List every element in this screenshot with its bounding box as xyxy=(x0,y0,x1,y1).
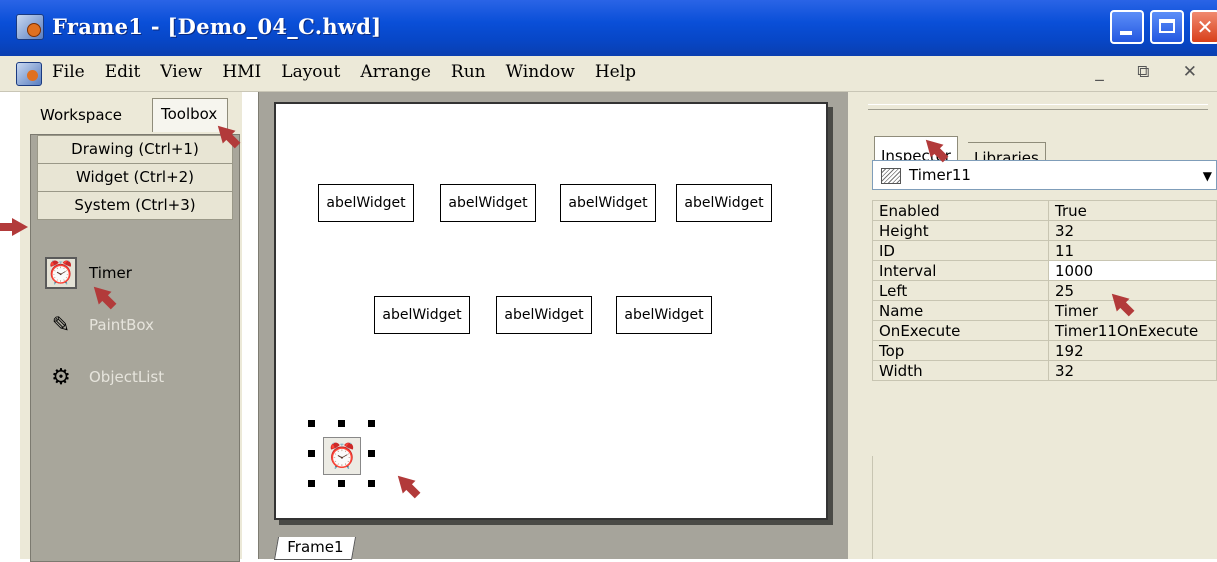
divider xyxy=(258,92,259,559)
maximize-button[interactable] xyxy=(1150,10,1184,44)
resize-handle[interactable] xyxy=(368,480,375,487)
annotation-arrow xyxy=(0,218,30,236)
tool-objectlist[interactable]: ⚙ ObjectList xyxy=(45,359,164,395)
category-drawing[interactable]: Drawing (Ctrl+1) xyxy=(37,135,233,164)
label-widget[interactable]: abelWidget xyxy=(560,184,656,222)
property-value[interactable]: 32 xyxy=(1048,360,1217,381)
property-name: Height xyxy=(872,220,1049,241)
label-widget[interactable]: abelWidget xyxy=(676,184,772,222)
menu-bar: File Edit View HMI Layout Arrange Run Wi… xyxy=(0,56,1217,92)
menu-arrange[interactable]: Arrange xyxy=(360,62,431,82)
frame-canvas[interactable]: abelWidget abelWidget abelWidget abelWid… xyxy=(274,102,828,520)
property-value[interactable]: 11 xyxy=(1048,240,1217,261)
close-icon: ✕ xyxy=(1196,15,1214,39)
label-widget[interactable]: abelWidget xyxy=(440,184,536,222)
timer-icon: ⏰ xyxy=(327,442,357,470)
menu-help[interactable]: Help xyxy=(595,62,636,82)
property-row[interactable]: Enabled True xyxy=(872,200,1217,221)
property-row[interactable]: OnExecute Timer11OnExecute xyxy=(872,320,1217,341)
resize-handle[interactable] xyxy=(368,420,375,427)
menu-window[interactable]: Window xyxy=(506,62,575,82)
property-name: Width xyxy=(872,360,1049,381)
resize-handle[interactable] xyxy=(308,450,315,457)
timer-icon: ⏰ xyxy=(45,257,77,289)
menu-view[interactable]: View xyxy=(160,62,202,82)
close-button[interactable]: ✕ xyxy=(1190,10,1217,44)
property-name: ID xyxy=(872,240,1049,261)
timer-object-icon xyxy=(881,168,901,184)
label-widget[interactable]: abelWidget xyxy=(374,296,470,334)
label-widget[interactable]: abelWidget xyxy=(318,184,414,222)
tab-frame1[interactable]: Frame1 xyxy=(273,537,357,560)
property-name: Interval xyxy=(872,260,1049,281)
window-title: Frame1 - [Demo_04_C.hwd] xyxy=(52,14,382,39)
resize-handle[interactable] xyxy=(308,480,315,487)
resize-handle[interactable] xyxy=(368,450,375,457)
label-widget[interactable]: abelWidget xyxy=(496,296,592,334)
property-value[interactable]: 192 xyxy=(1048,340,1217,361)
title-bar: Frame1 - [Demo_04_C.hwd] ✕ xyxy=(0,0,1217,56)
property-value[interactable]: 1000 xyxy=(1048,260,1217,281)
menu-edit[interactable]: Edit xyxy=(105,62,141,82)
tool-timer[interactable]: ⏰ Timer xyxy=(45,255,132,291)
property-value[interactable]: Timer11OnExecute xyxy=(1048,320,1217,341)
property-name: Top xyxy=(872,340,1049,361)
resize-handle[interactable] xyxy=(338,480,345,487)
minimize-button[interactable] xyxy=(1110,10,1144,44)
resize-handle[interactable] xyxy=(308,420,315,427)
document-icon[interactable] xyxy=(16,62,42,86)
tab-workspace[interactable]: Workspace xyxy=(32,102,132,130)
property-grid: Enabled True Height 32 ID 11 Interval 1000 Left 2… xyxy=(872,200,1217,381)
resize-handle[interactable] xyxy=(338,420,345,427)
design-area: abelWidget abelWidget abelWidget abelWid… xyxy=(258,92,848,560)
property-name: OnExecute xyxy=(872,320,1049,341)
toolbox-body: Drawing (Ctrl+1) Widget (Ctrl+2) System … xyxy=(30,134,240,562)
property-value[interactable]: True xyxy=(1048,200,1217,221)
label-widget[interactable]: abelWidget xyxy=(616,296,712,334)
property-row[interactable]: Height 32 xyxy=(872,220,1217,241)
panel-grip[interactable] xyxy=(868,104,1208,110)
property-grid-empty xyxy=(872,456,1217,559)
mdi-controls[interactable]: _ ⧉ ✕ xyxy=(1095,62,1211,82)
inspector-panel: Inspector Libraries Timer11 ▼ Enabled Tru… xyxy=(848,92,1217,559)
tool-label: PaintBox xyxy=(89,316,155,334)
property-row[interactable]: Interval 1000 xyxy=(872,260,1217,281)
tool-label: ObjectList xyxy=(89,368,165,386)
selected-object-name: Timer11 xyxy=(909,166,971,184)
chevron-down-icon[interactable]: ▼ xyxy=(1203,169,1212,183)
object-selector[interactable]: Timer11 ▼ xyxy=(872,160,1217,190)
minimize-icon xyxy=(1120,31,1132,35)
app-icon[interactable] xyxy=(16,14,44,40)
menu-layout[interactable]: Layout xyxy=(281,62,340,82)
property-row[interactable]: Left 25 xyxy=(872,280,1217,301)
property-name: Enabled xyxy=(872,200,1049,221)
maximize-icon xyxy=(1159,19,1175,33)
category-system[interactable]: System (Ctrl+3) xyxy=(37,191,233,220)
property-value[interactable]: 32 xyxy=(1048,220,1217,241)
paintbox-icon: ✎ xyxy=(51,312,71,338)
property-row[interactable]: Top 192 xyxy=(872,340,1217,361)
tool-paintbox[interactable]: ✎ PaintBox xyxy=(45,307,154,343)
menu-file[interactable]: File xyxy=(52,62,85,82)
timer-widget[interactable]: ⏰ xyxy=(323,437,361,475)
menu-hmi[interactable]: HMI xyxy=(222,62,261,82)
property-row[interactable]: Name Timer xyxy=(872,300,1217,321)
property-value[interactable]: 25 xyxy=(1048,280,1217,301)
property-row[interactable]: Width 32 xyxy=(872,360,1217,381)
property-row[interactable]: ID 11 xyxy=(872,240,1217,261)
toolbox-panel: Workspace Toolbox Drawing (Ctrl+1) Widge… xyxy=(20,92,242,562)
tool-label: Timer xyxy=(89,264,132,282)
objectlist-icon: ⚙ xyxy=(51,364,71,390)
category-widget[interactable]: Widget (Ctrl+2) xyxy=(37,163,233,192)
property-name: Name xyxy=(872,300,1049,321)
property-name: Left xyxy=(872,280,1049,301)
menu-run[interactable]: Run xyxy=(451,62,486,82)
